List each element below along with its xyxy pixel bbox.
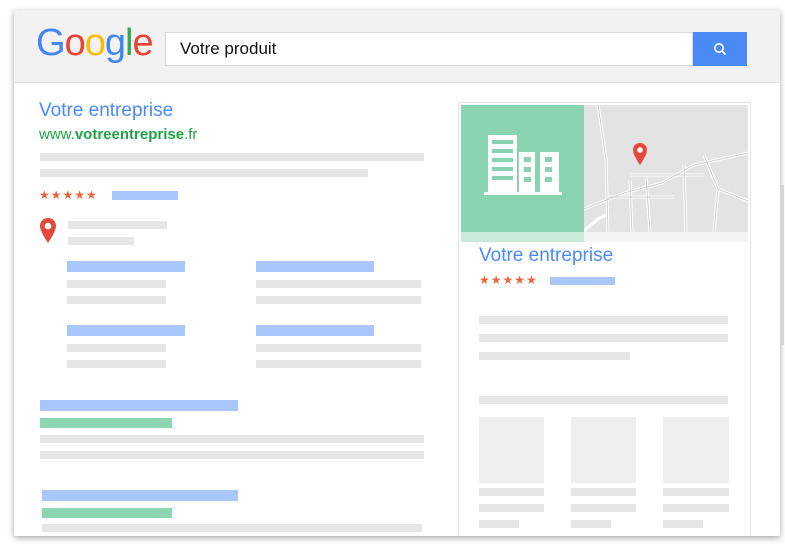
knowledge-panel: Votre entreprise ★★★★★ xyxy=(458,102,751,536)
panel-info-line xyxy=(479,316,728,324)
building-icon xyxy=(484,135,562,195)
result-title-placeholder[interactable] xyxy=(40,400,238,411)
rating-stars: ★★★★★ xyxy=(39,188,98,202)
related-thumbnail[interactable] xyxy=(571,417,636,483)
snippet-line xyxy=(42,524,422,532)
result-url-placeholder xyxy=(42,508,172,518)
sitelink-line xyxy=(67,296,166,304)
snippet-line xyxy=(40,435,424,443)
logo-letter: l xyxy=(124,22,134,64)
sitelink-title[interactable] xyxy=(67,261,185,272)
sitelink-line xyxy=(256,360,421,368)
url-suffix: .fr xyxy=(184,126,198,143)
related-caption-line xyxy=(571,520,611,528)
sitelink-line xyxy=(67,344,166,352)
sitelink-line xyxy=(256,296,421,304)
related-caption-line xyxy=(663,520,703,528)
map-pin-icon xyxy=(633,143,647,165)
sitelink-title[interactable] xyxy=(256,325,374,336)
browser-page: Google Votre entreprise www.votreentrepr… xyxy=(14,10,780,536)
search-icon xyxy=(713,43,726,55)
map-pin-icon xyxy=(40,218,56,243)
url-domain: votreentreprise xyxy=(74,126,185,143)
result-title-placeholder[interactable] xyxy=(42,490,238,501)
logo-letter: e xyxy=(132,22,153,64)
related-caption-line xyxy=(479,488,544,496)
address-line xyxy=(68,237,134,245)
panel-title: Votre entreprise xyxy=(479,245,614,266)
business-photo[interactable] xyxy=(461,105,584,232)
sitelink-line xyxy=(67,280,166,288)
google-logo[interactable]: Google xyxy=(36,22,154,64)
sitelink-line xyxy=(256,344,421,352)
sitelink-title[interactable] xyxy=(256,261,374,272)
panel-info-line xyxy=(479,352,630,360)
related-caption-line xyxy=(479,504,544,512)
result-url-placeholder xyxy=(40,418,172,428)
snippet-line xyxy=(40,451,424,459)
related-thumbnail[interactable] xyxy=(479,417,544,483)
related-caption-line xyxy=(479,520,519,528)
logo-letter: G xyxy=(36,22,66,64)
panel-section-divider xyxy=(479,396,728,404)
related-thumbnail[interactable] xyxy=(663,417,729,483)
logo-letter: o xyxy=(64,22,86,64)
sitelink-title[interactable] xyxy=(67,325,185,336)
snippet-line xyxy=(40,153,424,161)
reviews-link-placeholder[interactable] xyxy=(112,191,178,200)
search-box xyxy=(165,32,693,66)
image-strip-accent xyxy=(461,232,584,242)
logo-letter: o xyxy=(84,22,106,64)
logo-letter: g xyxy=(104,22,126,64)
panel-rating-stars: ★★★★★ xyxy=(479,273,538,287)
related-caption-line xyxy=(571,504,636,512)
search-header: Google xyxy=(14,10,780,83)
related-caption-line xyxy=(571,488,636,496)
search-input[interactable] xyxy=(166,33,692,65)
sitelink-line xyxy=(67,360,166,368)
result-url[interactable]: www.votreentreprise.fr xyxy=(39,126,197,143)
snippet-line xyxy=(40,169,368,177)
result-title[interactable]: Votre entreprise xyxy=(39,100,173,122)
url-prefix: www. xyxy=(39,126,75,143)
map-thumbnail[interactable] xyxy=(584,105,748,232)
panel-info-line xyxy=(479,334,728,342)
related-caption-line xyxy=(663,504,729,512)
panel-reviews-link-placeholder[interactable] xyxy=(550,277,615,285)
scrollbar[interactable] xyxy=(781,185,784,345)
image-strip xyxy=(461,232,748,242)
address-line xyxy=(68,221,167,229)
search-button[interactable] xyxy=(693,32,747,66)
map-roads xyxy=(584,105,748,232)
sitelink-line xyxy=(256,280,421,288)
related-caption-line xyxy=(663,488,729,496)
